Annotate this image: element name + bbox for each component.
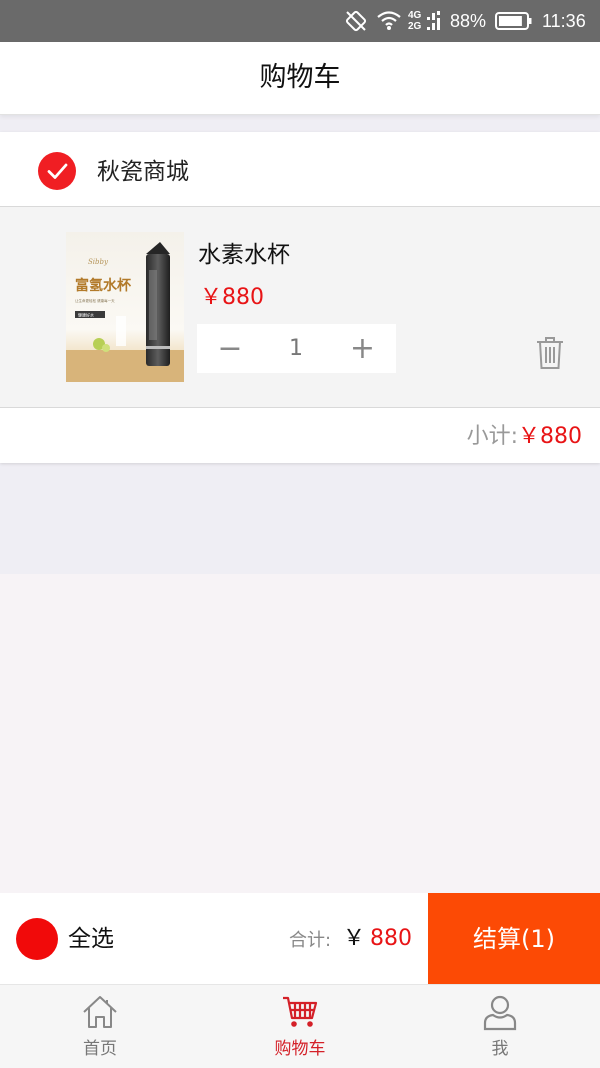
product-name[interactable]: 水素水杯 (198, 235, 290, 269)
thumb-headline: 富氢水杯 (75, 277, 132, 294)
total-value: 880 (370, 926, 412, 951)
tab-home-label: 首页 (83, 1039, 117, 1059)
shop-row[interactable]: 秋瓷商城 (0, 132, 600, 207)
user-icon (481, 993, 519, 1031)
tab-me-label: 我 (491, 1039, 509, 1059)
battery-percent: 88% (450, 11, 487, 31)
battery-icon (494, 0, 534, 42)
product-thumbnail[interactable]: Sibby 富氢水杯 让生命更轻松 健康每一天 健康好水 (66, 232, 184, 382)
tab-cart-label: 购物车 (274, 1039, 326, 1059)
network-top-label: 4G (408, 10, 422, 21)
status-bar: 4G 2G 88% 11:36 (0, 0, 600, 42)
cart-shop-card: 秋瓷商城 Sibby 富氢水杯 让生命更轻松 健康每一天 健康好水 水素水杯 ￥… (0, 132, 600, 463)
signal-icon (426, 0, 444, 42)
select-all-toggle-icon[interactable] (16, 918, 58, 960)
increase-quantity-button[interactable]: + (329, 324, 396, 373)
cart-item: Sibby 富氢水杯 让生命更轻松 健康每一天 健康好水 水素水杯 ￥880 −… (0, 207, 600, 408)
tab-home[interactable]: 首页 (0, 985, 200, 1068)
shop-check-icon[interactable] (38, 152, 76, 190)
rotate-icon (344, 0, 368, 42)
thumb-badge: 健康好水 (78, 312, 94, 318)
empty-content-area (0, 574, 600, 894)
total-currency: ￥ (343, 926, 366, 951)
home-icon (81, 993, 119, 1031)
decrease-quantity-button[interactable]: − (197, 324, 263, 373)
thumb-tagline: 让生命更轻松 健康每一天 (75, 298, 115, 303)
total-label: 合计: (289, 930, 332, 951)
quantity-value[interactable]: 1 (263, 324, 329, 373)
bottom-tab-bar: 首页 购物车 我 (0, 984, 600, 1068)
shop-name[interactable]: 秋瓷商城 (97, 132, 189, 210)
subtotal-value: ￥880 (518, 424, 582, 449)
network-bottom-label: 2G (408, 21, 422, 32)
quantity-stepper: − 1 + (197, 324, 396, 373)
subtotal-row: 小计:￥880 (0, 408, 600, 463)
product-price: ￥880 (200, 285, 264, 310)
tab-me[interactable]: 我 (400, 985, 600, 1068)
delete-trash-icon[interactable] (534, 335, 566, 371)
cart-icon (281, 993, 319, 1031)
wifi-icon (375, 0, 403, 42)
select-all-label[interactable]: 全选 (68, 893, 114, 984)
subtotal-label: 小计: (466, 424, 518, 449)
checkout-button[interactable]: 结算(1) (428, 893, 600, 984)
subtotal: 小计:￥880 (467, 408, 582, 464)
tab-cart[interactable]: 购物车 (200, 985, 400, 1068)
clock: 11:36 (542, 11, 586, 31)
page-title: 购物车 (0, 42, 600, 115)
thumb-script: Sibby (88, 258, 109, 266)
checkout-bar: 全选 合计: ￥ 880 结算(1) (0, 893, 600, 984)
